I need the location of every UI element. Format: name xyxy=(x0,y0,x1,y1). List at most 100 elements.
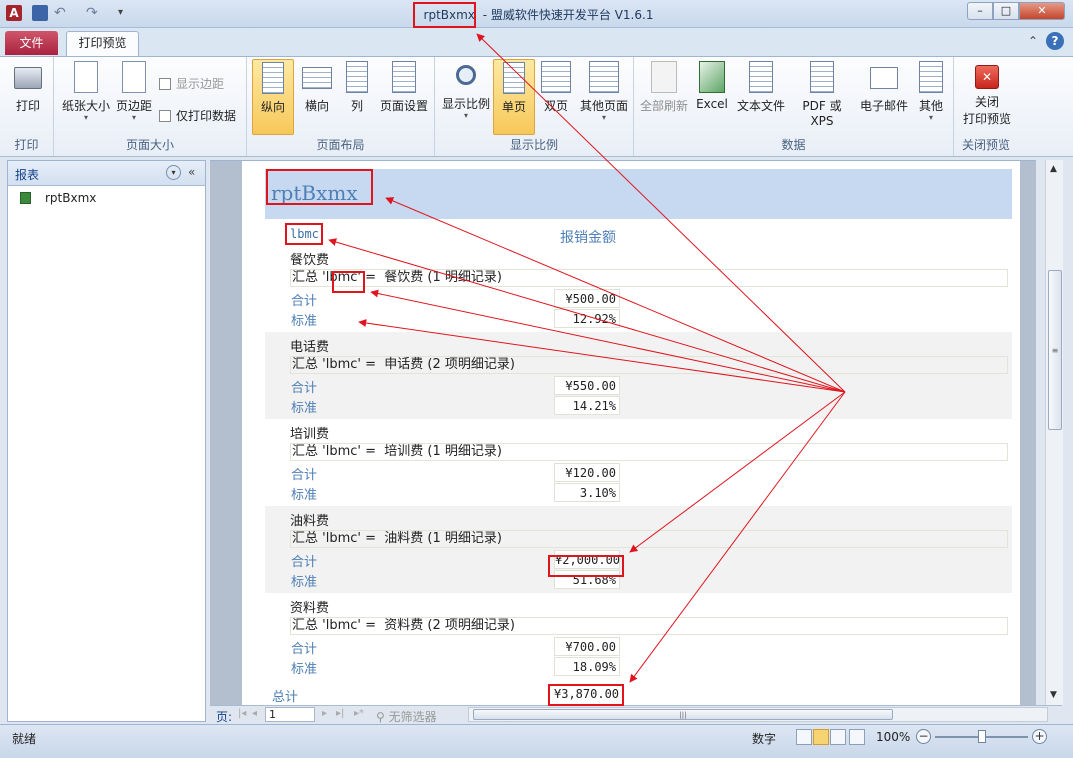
print-data-only-checkbox[interactable]: 仅打印数据 xyxy=(159,107,236,124)
group-summary: 汇总 'lbmc' = 资料费 (2 项明细记录) xyxy=(290,617,1008,635)
std-value: 12.92% xyxy=(554,309,620,328)
show-margins-checkbox[interactable]: 显示边距 xyxy=(159,75,224,92)
no-filter-label: 无筛选器 xyxy=(388,710,437,724)
export-pdf-button[interactable]: PDF 或 XPS xyxy=(789,59,855,128)
total-label: 合计 xyxy=(291,642,318,657)
printer-icon xyxy=(14,67,42,89)
annotation-box-fuel-total xyxy=(548,555,624,577)
no-filter-button[interactable]: ⚲ 无筛选器 xyxy=(376,708,437,725)
group-block: 餐饮费 汇总 'lbmc' = 餐饮费 (1 明细记录) 合计 ¥500.00 … xyxy=(265,245,1012,332)
group-name: 餐饮费 xyxy=(290,253,330,268)
group-summary: 汇总 'lbmc' = 培训费 (1 明细记录) xyxy=(290,443,1008,461)
title-separator: - xyxy=(478,8,491,22)
portrait-button[interactable]: 纵向 xyxy=(252,59,294,135)
first-page-icon[interactable]: |◂ xyxy=(238,708,246,719)
std-label: 标准 xyxy=(291,662,318,677)
page-number-input[interactable]: 1 xyxy=(265,707,315,722)
help-icon[interactable]: ? xyxy=(1046,32,1064,50)
close-preview-label-line2: 打印预览 xyxy=(962,112,1011,126)
export-excel-button[interactable]: Excel xyxy=(692,59,732,111)
paper-size-button[interactable]: 纸张大小 ▾ xyxy=(60,59,112,122)
columns-button[interactable]: 列 xyxy=(340,59,374,114)
print-preview-view-icon[interactable] xyxy=(813,729,829,745)
email-button[interactable]: 电子邮件 xyxy=(857,59,911,114)
annotation-box-lbmc-header xyxy=(285,223,323,245)
collapse-pane-icon[interactable]: « xyxy=(188,165,195,179)
one-page-button[interactable]: 单页 xyxy=(493,59,535,135)
title-app-name: 盟威软件快速开发平台 V1.6.1 xyxy=(490,8,654,22)
layout-view-icon[interactable] xyxy=(830,729,846,745)
zoom-button[interactable]: 显示比例 ▾ xyxy=(440,59,492,120)
pdf-icon xyxy=(810,61,834,93)
two-pages-icon xyxy=(541,61,571,93)
nav-title[interactable]: 报表 xyxy=(15,166,39,183)
group-page-layout: 纵向 横向 列 页面设置 页面布局 xyxy=(247,57,435,156)
horizontal-scrollbar[interactable]: ||| xyxy=(468,707,1048,722)
std-label: 标准 xyxy=(291,314,318,329)
scroll-up-icon[interactable]: ▲ xyxy=(1050,164,1057,174)
export-text-button[interactable]: 文本文件 xyxy=(734,59,788,114)
std-label: 标准 xyxy=(291,401,318,416)
tab-file[interactable]: 文件 xyxy=(5,31,58,55)
more-export-button[interactable]: 其他 ▾ xyxy=(912,59,950,122)
two-pages-button[interactable]: 双页 xyxy=(537,59,575,114)
landscape-label: 横向 xyxy=(304,99,329,113)
zoom-out-icon[interactable]: − xyxy=(916,729,931,744)
magnifier-icon xyxy=(456,65,476,85)
last-page-icon[interactable]: ▸| xyxy=(336,708,344,719)
new-page-icon[interactable]: ▸* xyxy=(354,708,364,719)
close-window-button[interactable]: ✕ xyxy=(1019,2,1065,20)
tab-print-preview[interactable]: 打印预览 xyxy=(66,31,139,56)
landscape-button[interactable]: 横向 xyxy=(296,59,338,114)
more-pages-button[interactable]: 其他页面 ▾ xyxy=(576,59,632,122)
print-button-label: 打印 xyxy=(15,99,40,113)
email-label: 电子邮件 xyxy=(859,99,908,113)
email-icon xyxy=(870,67,898,89)
more-pages-label: 其他页面 xyxy=(579,99,628,113)
maximize-button[interactable]: □ xyxy=(993,2,1019,20)
print-data-only-box[interactable] xyxy=(159,110,171,122)
total-value: ¥500.00 xyxy=(554,289,620,308)
annotation-box-report-title xyxy=(266,169,373,205)
annotation-box-grand-total xyxy=(548,684,624,706)
nav-item-report[interactable]: rptBxmx xyxy=(20,191,96,205)
column-header-amount: 报销金额 xyxy=(560,230,616,246)
next-page-icon[interactable]: ▸ xyxy=(322,708,327,719)
group-print: 打印 打印 xyxy=(0,57,54,156)
page-setup-button[interactable]: 页面设置 xyxy=(376,59,432,114)
columns-icon xyxy=(346,61,368,93)
nav-menu-icon[interactable]: ▾ xyxy=(166,165,181,180)
vertical-scrollbar[interactable]: ▲ ≡ ▼ xyxy=(1045,160,1063,705)
group-label-page-layout: 页面布局 xyxy=(316,138,365,152)
refresh-all-button[interactable]: 全部刷新 xyxy=(638,59,690,114)
two-pages-label: 双页 xyxy=(543,99,568,113)
zoom-slider-thumb[interactable] xyxy=(978,730,986,743)
group-name: 培训费 xyxy=(290,427,330,442)
text-file-icon xyxy=(749,61,773,93)
group-close-preview: ✕ 关闭 打印预览 关闭预览 xyxy=(954,57,1018,156)
page-nav-label: 页: xyxy=(216,710,233,724)
scroll-down-icon[interactable]: ▼ xyxy=(1050,690,1057,700)
ribbon-tab-row: 文件 打印预览 ⌃ ? xyxy=(0,28,1073,56)
margins-button[interactable]: 页边距 ▾ xyxy=(114,59,154,122)
zoom-in-icon[interactable]: + xyxy=(1032,729,1047,744)
show-margins-label: 显示边距 xyxy=(176,77,225,91)
prev-page-icon[interactable]: ◂ xyxy=(252,708,257,719)
vertical-scroll-thumb[interactable]: ≡ xyxy=(1048,270,1062,430)
show-margins-box[interactable] xyxy=(159,78,171,90)
filter-icon: ⚲ xyxy=(376,710,389,724)
report-view-icon[interactable] xyxy=(796,729,812,745)
total-value: ¥700.00 xyxy=(554,637,620,656)
ribbon: 打印 打印 纸张大小 ▾ 页边距 ▾ 显示边距 仅打印数据 页面大小 纵向 横向 列 xyxy=(0,56,1073,157)
group-label-page-size: 页面大小 xyxy=(125,138,174,152)
close-preview-button[interactable]: ✕ 关闭 打印预览 xyxy=(958,59,1016,127)
std-label: 标准 xyxy=(291,488,318,503)
portrait-label: 纵向 xyxy=(260,100,285,114)
refresh-all-label: 全部刷新 xyxy=(639,99,688,113)
summary-suffix: ' = 餐饮费 (1 明细记录) xyxy=(357,270,502,285)
design-view-icon[interactable] xyxy=(849,729,865,745)
minimize-button[interactable]: – xyxy=(967,2,993,20)
horizontal-scroll-thumb[interactable]: ||| xyxy=(473,709,893,720)
minimize-ribbon-icon[interactable]: ⌃ xyxy=(1028,34,1038,48)
print-button[interactable]: 打印 xyxy=(6,59,50,114)
